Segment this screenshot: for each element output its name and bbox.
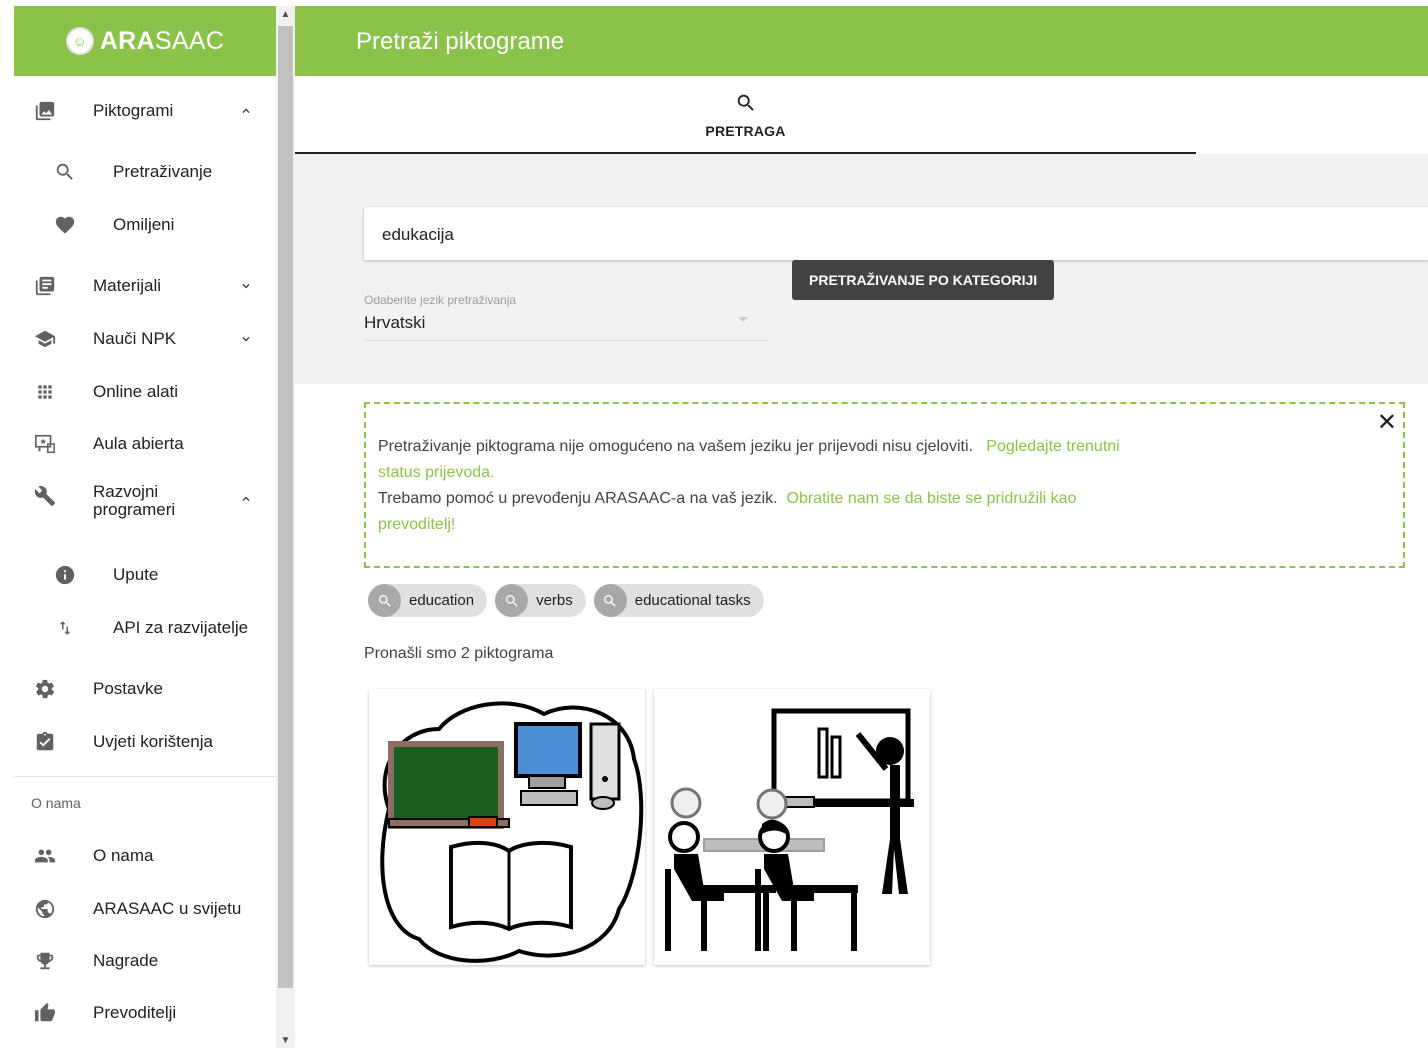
chip-educational-tasks[interactable]: educational tasks: [593, 584, 764, 617]
apps-icon: [32, 379, 58, 405]
logo-text: ARASAAC: [99, 26, 225, 55]
swap-vert-icon: [52, 615, 78, 641]
info-icon: [52, 562, 78, 588]
category-search-button[interactable]: PRETRAŽIVANJE PO KATEGORIJI: [792, 260, 1055, 300]
sidebar-item-label: Razvojni programeri: [93, 482, 176, 519]
language-select-underline: [364, 340, 770, 341]
section-title: O nama: [31, 795, 81, 811]
chip-verbs[interactable]: verbs: [495, 584, 586, 617]
top-app-bar: Pretraži piktograme: [295, 6, 1428, 76]
chip-label: education: [409, 592, 475, 609]
chip-label: educational tasks: [634, 592, 751, 609]
sidebar-scrollbar[interactable]: ▲ ▼: [276, 6, 295, 1048]
logo-icon: ☺: [65, 27, 94, 55]
classroom-pictogram: [665, 708, 914, 951]
sidebar-item-label: API za razvijatelje: [113, 618, 249, 637]
scroll-down-icon[interactable]: ▼: [276, 1032, 295, 1048]
sidebar-item-label: Piktogrami: [93, 101, 174, 120]
pictogram-card[interactable]: [369, 689, 645, 965]
sidebar-divider: [14, 776, 276, 777]
logo-bar[interactable]: ☺ ARASAAC: [14, 6, 276, 76]
sidebar-item-prevoditelji[interactable]: Prevoditelji: [14, 1000, 276, 1026]
sidebar-item-label: Online alati: [93, 382, 179, 401]
search-input[interactable]: edukacija: [364, 207, 1428, 260]
sidebar-item-uvjeti[interactable]: Uvjeti korištenja: [14, 729, 276, 755]
tab-pretraga[interactable]: PRETRAGA: [295, 76, 1196, 154]
sidebar-item-label: Postavke: [93, 679, 163, 698]
sidebar-item-label: Nauči NPK: [93, 329, 177, 348]
education-pictogram: [380, 701, 644, 963]
chip-label: verbs: [536, 592, 573, 609]
sidebar-item-razvojni-programeri[interactable]: Razvojni programeri: [14, 483, 276, 523]
search-panel: edukacija PRETRAŽIVANJE PO KATEGORIJI Od…: [295, 154, 1428, 384]
search-icon: [52, 159, 78, 185]
sidebar-item-online-alati[interactable]: Online alati: [14, 379, 276, 405]
sidebar-item-pretrazivanje[interactable]: Pretraživanje: [14, 159, 276, 185]
sidebar-item-label: O nama: [93, 846, 154, 865]
sidebar-item-materijali[interactable]: Materijali: [14, 273, 276, 299]
people-icon: [32, 843, 58, 869]
settings-icon: [32, 676, 58, 702]
search-icon: [593, 584, 627, 617]
library-icon: [32, 273, 58, 299]
dropdown-caret-icon[interactable]: [738, 317, 748, 322]
translation-warning: Pretraživanje piktograma nije omogućeno …: [364, 402, 1405, 568]
sidebar-item-label: Materijali: [93, 276, 162, 295]
sidebar-item-omiljeni[interactable]: Omiljeni: [14, 212, 276, 238]
heart-icon: [52, 212, 78, 238]
chip-education[interactable]: education: [368, 584, 488, 617]
globe-icon: [32, 896, 58, 922]
wrench-icon: [32, 483, 58, 509]
language-select-label: Odaberite jezik pretraživanja: [364, 293, 517, 307]
sidebar-item-o-nama[interactable]: O nama: [14, 843, 276, 869]
language-select[interactable]: Hrvatski: [364, 313, 425, 333]
sidebar-item-aula-abierta[interactable]: Aula abierta: [14, 431, 276, 457]
sidebar-item-label: Prevoditelji: [93, 1003, 177, 1022]
sidebar-item-arasaac-svijet[interactable]: ARASAAC u svijetu: [14, 896, 276, 922]
chevron-down-icon[interactable]: [236, 276, 256, 296]
sidebar-item-label: Pretraživanje: [113, 162, 213, 181]
close-icon[interactable]: ✕: [1377, 408, 1397, 437]
sidebar-item-piktogrami[interactable]: Piktogrami: [14, 98, 276, 124]
trophy-icon: [32, 948, 58, 974]
chevron-up-icon[interactable]: [236, 101, 256, 121]
sidebar-item-label: Upute: [113, 565, 159, 584]
search-icon: [495, 584, 529, 617]
search-icon: [368, 584, 401, 617]
suggestion-chips: education verbs educational tasks: [368, 584, 764, 617]
sidebar-item-label: Nagrade: [93, 951, 159, 970]
scroll-up-icon[interactable]: ▲: [276, 6, 295, 22]
chevron-up-icon[interactable]: [236, 489, 256, 509]
page-title: Pretraži piktograme: [356, 28, 565, 55]
sidebar-item-upute[interactable]: Upute: [14, 562, 276, 588]
assignment-icon: [32, 729, 58, 755]
scroll-thumb[interactable]: [278, 26, 293, 988]
search-icon: [735, 92, 757, 119]
result-count: Pronašli smo 2 piktograma: [364, 645, 554, 662]
sidebar-item-label: Aula abierta: [93, 434, 184, 453]
pictogram-card[interactable]: [654, 689, 930, 965]
thumb-up-icon: [32, 1000, 58, 1026]
sidebar: ☺ ARASAAC Piktogrami Pretraživanje Omilj…: [14, 6, 276, 1048]
sidebar-item-nauci-npk[interactable]: Nauči NPK: [14, 326, 276, 352]
tab-label: PRETRAGA: [705, 122, 786, 139]
image-icon: [32, 98, 58, 124]
chevron-down-icon[interactable]: [236, 329, 256, 349]
sidebar-item-nagrade[interactable]: Nagrade: [14, 948, 276, 974]
sidebar-item-label: ARASAAC u svijetu: [93, 899, 242, 918]
presentation-icon: [32, 431, 58, 457]
school-icon: [32, 326, 58, 352]
sidebar-item-label: Uvjeti korištenja: [93, 732, 213, 751]
sidebar-item-label: Omiljeni: [113, 215, 175, 234]
sidebar-item-api[interactable]: API za razvijatelje: [14, 615, 276, 641]
sidebar-item-postavke[interactable]: Postavke: [14, 676, 276, 702]
warning-text: Pretraživanje piktograma nije omogućeno …: [378, 438, 1120, 533]
